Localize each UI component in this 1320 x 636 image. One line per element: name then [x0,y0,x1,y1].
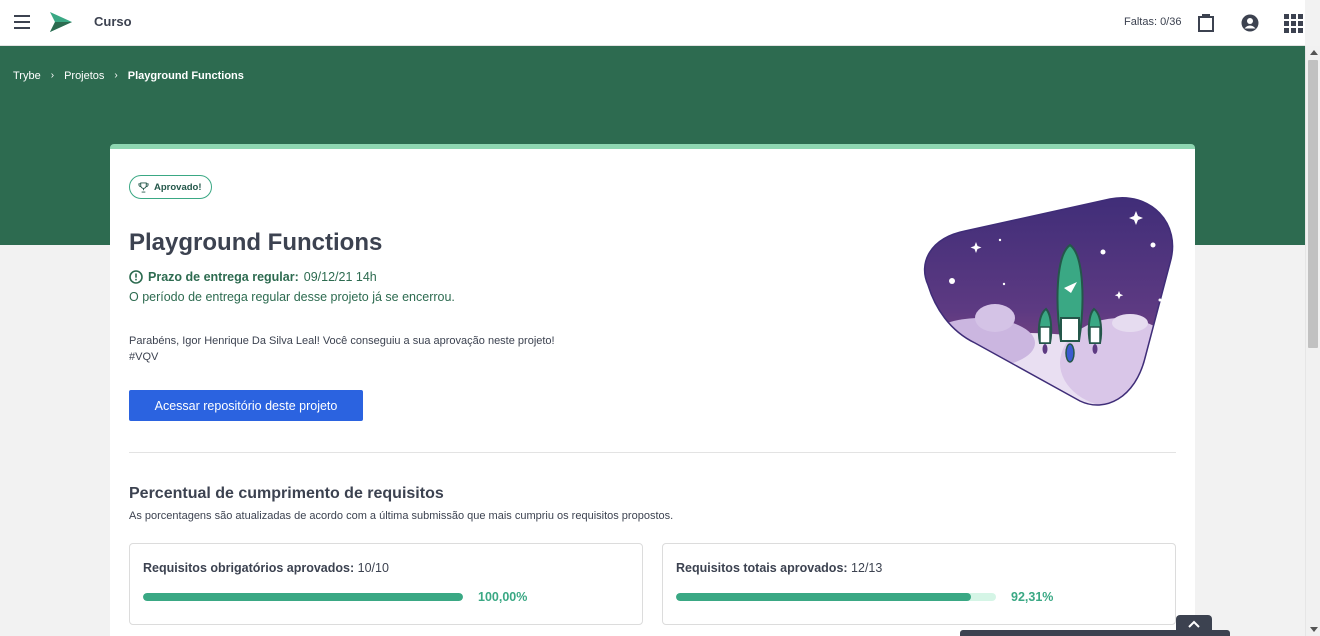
requirements-title: Percentual de cumprimento de requisitos [129,485,444,502]
deadline-value: 09/12/21 14h [303,270,377,284]
menu-icon[interactable] [14,15,30,29]
page-scrollbar[interactable] [1305,46,1320,636]
hashtag-text: #VQV [129,351,159,363]
chevron-up-icon [1188,620,1200,628]
top-bar: Curso Faltas: 0/36 [0,0,1305,46]
approved-badge-label: Aprovado! [154,181,202,193]
app-title: Curso [94,14,132,29]
trophy-icon [138,181,149,193]
account-icon[interactable] [1238,11,1262,35]
total-progress-fill [676,593,972,601]
deadline-label: Prazo de entrega regular: [148,270,299,284]
mandatory-progress-bar [143,593,463,601]
repository-button[interactable]: Acessar repositório deste projeto [129,390,363,421]
scroll-up-arrow[interactable] [1310,50,1318,55]
requirements-subtitle: As porcentagens são atualizadas de acord… [129,510,674,522]
mandatory-requirements-label: Requisitos obrigatórios aprovados: 10/10 [143,561,389,575]
project-title: Playground Functions [129,229,383,256]
total-percent: 92,31% [1011,590,1054,604]
alert-circle-icon [129,270,143,284]
congrats-text: Parabéns, Igor Henrique Da Silva Leal! V… [129,335,555,347]
mandatory-label-text: Requisitos obrigatórios aprovados: [143,561,355,575]
rocket-illustration [923,197,1174,406]
project-card: Aprovado! Playground Functions Prazo de … [110,144,1195,636]
total-requirements-card: Requisitos totais aprovados: 12/13 92,31… [662,543,1176,625]
total-progress-bar [676,593,996,601]
briefcase-icon[interactable] [1194,11,1218,35]
mandatory-value: 10/10 [357,561,389,575]
trybe-logo[interactable] [48,10,74,34]
total-requirements-label: Requisitos totais aprovados: 12/13 [676,561,882,575]
breadcrumb: Trybe › Projetos › Playground Functions [13,70,244,82]
deadline-info: Prazo de entrega regular: 09/12/21 14h [129,270,377,284]
breadcrumb-separator: › [114,70,118,81]
deadline-note: O período de entrega regular desse proje… [129,290,455,304]
expand-panel-button[interactable] [1176,615,1212,633]
total-label-text: Requisitos totais aprovados: [676,561,848,575]
breadcrumb-current: Playground Functions [127,70,244,82]
approved-badge: Aprovado! [129,175,212,199]
breadcrumb-trybe[interactable]: Trybe [13,70,41,82]
mandatory-progress-fill [143,593,463,601]
absences-counter: Faltas: 0/36 [1124,16,1182,28]
scroll-down-arrow[interactable] [1310,627,1318,632]
apps-grid-icon[interactable] [1281,11,1305,35]
mandatory-percent: 100,00% [478,590,528,604]
total-value: 12/13 [851,561,883,575]
scrollbar-thumb[interactable] [1308,60,1318,348]
mandatory-requirements-card: Requisitos obrigatórios aprovados: 10/10… [129,543,643,625]
congrats-message: Parabéns, Igor Henrique Da Silva Leal! V… [129,333,555,365]
breadcrumb-projetos[interactable]: Projetos [64,70,104,82]
section-divider [129,452,1176,453]
breadcrumb-separator: › [50,70,55,81]
